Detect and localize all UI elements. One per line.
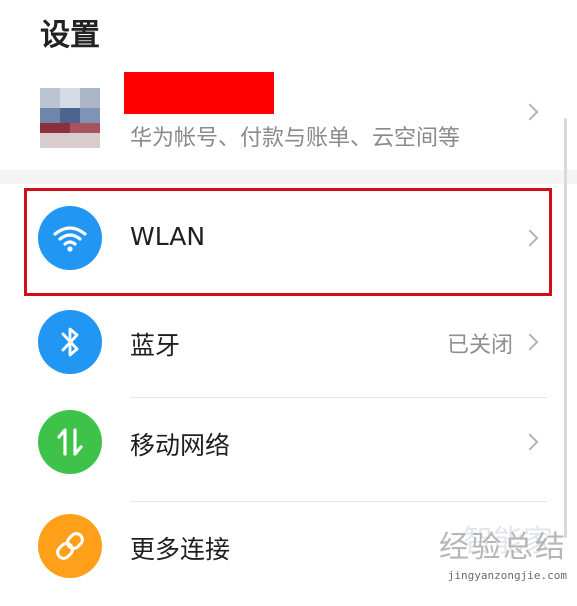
chevron-right-icon	[521, 103, 539, 121]
link-icon	[38, 514, 102, 578]
chevron-right-icon	[521, 333, 539, 351]
watermark-url: jingyanzongjie.com	[447, 569, 567, 582]
settings-item-mobile-network[interactable]: 移动网络	[0, 398, 577, 502]
page-title: 设置	[40, 18, 100, 53]
avatar[interactable]	[40, 88, 100, 148]
watermark-text: 经验总结	[439, 530, 567, 565]
account-name-redacted	[124, 72, 274, 114]
account-row[interactable]: 华为帐号、付款与账单、云空间等	[0, 62, 577, 167]
mobile-data-icon	[38, 410, 102, 474]
settings-item-bluetooth[interactable]: 蓝牙 已关闭	[0, 294, 577, 398]
watermark: 智能家 经验总结 jingyanzongjie.com	[428, 520, 573, 584]
bluetooth-label: 蓝牙	[130, 331, 181, 360]
account-subtitle: 华为帐号、付款与账单、云空间等	[130, 126, 461, 151]
highlight-box	[24, 188, 552, 296]
bluetooth-status: 已关闭	[446, 333, 513, 358]
more-connections-label: 更多连接	[130, 535, 231, 564]
bluetooth-icon	[38, 310, 102, 374]
group-separator	[0, 170, 577, 184]
chevron-right-icon	[521, 433, 539, 451]
mobile-network-label: 移动网络	[130, 431, 231, 460]
scrollbar[interactable]	[564, 118, 567, 538]
